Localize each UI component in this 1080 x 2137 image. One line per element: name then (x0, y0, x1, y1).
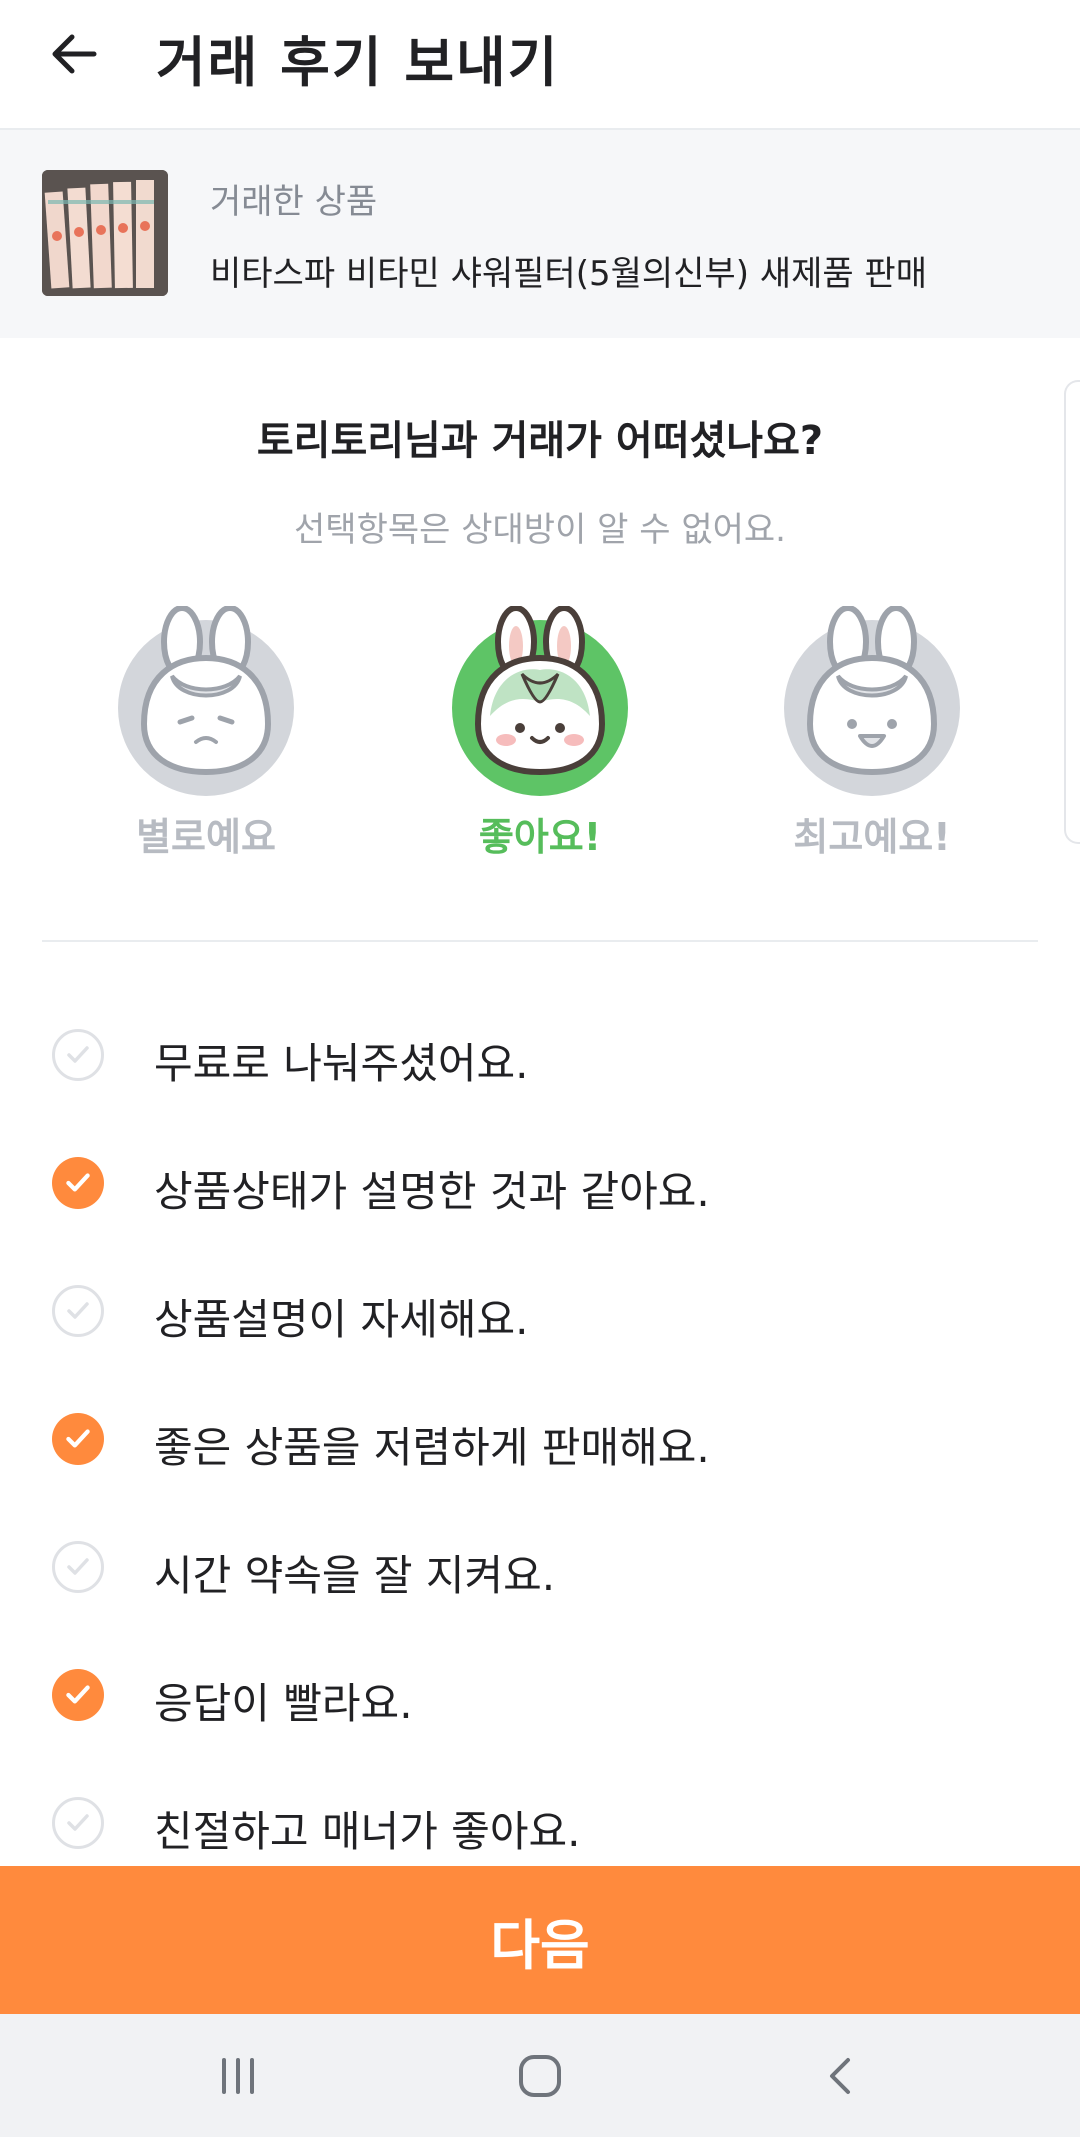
checklist-label: 무료로 나눠주셨어요. (154, 1039, 529, 1088)
product-label: 거래한 상품 (210, 182, 378, 222)
checklist-label: 친절하고 매너가 좋아요. (154, 1807, 581, 1856)
checklist-item[interactable]: 무료로 나눠주셨어요. (0, 1010, 1080, 1100)
checklist-label: 응답이 빨라요. (154, 1679, 413, 1728)
review-question: 토리토리님과 거래가 어떠셨나요? (256, 418, 824, 464)
rating-label-bad: 별로예요 (136, 815, 276, 859)
rating-option-best[interactable]: 최고예요! (762, 606, 982, 866)
checklist-label: 상품상태가 설명한 것과 같아요. (154, 1167, 710, 1216)
check-icon (66, 1685, 90, 1704)
checklist-item[interactable]: 응답이 빨라요. (0, 1650, 1080, 1740)
check-icon (67, 1302, 89, 1319)
happy-bunny-icon (452, 606, 628, 796)
checkbox[interactable] (52, 1029, 104, 1081)
back-button[interactable] (44, 24, 104, 84)
next-button-label: 다음 (490, 1913, 590, 1977)
checkbox[interactable] (52, 1797, 104, 1849)
sad-bunny-icon (118, 606, 294, 796)
check-icon (67, 1814, 89, 1831)
system-nav-bar (0, 2014, 1080, 2137)
rating-label-best: 최고예요! (793, 815, 951, 859)
checkbox-checked[interactable] (52, 1413, 104, 1465)
checklist-label: 시간 약속을 잘 지켜요. (154, 1551, 556, 1600)
product-name: 비타스파 비타민 샤워필터(5월의신부) 새제품 판매 (210, 254, 927, 294)
checkbox[interactable] (52, 1541, 104, 1593)
checkbox-checked[interactable] (52, 1669, 104, 1721)
rating-option-bad[interactable]: 별로예요 (96, 606, 316, 866)
checklist-item[interactable]: 시간 약속을 잘 지켜요. (0, 1522, 1080, 1612)
privacy-notice: 선택항목은 상대방이 알 수 없어요. (294, 510, 786, 550)
checklist-item[interactable]: 좋은 상품을 저렴하게 판매해요. (0, 1394, 1080, 1484)
home-icon (519, 2055, 561, 2097)
rating-label-good: 좋아요! (478, 815, 602, 859)
recents-icon (222, 2058, 254, 2094)
next-button[interactable]: 다음 (0, 1866, 1080, 2014)
excited-bunny-icon (784, 606, 960, 796)
product-thumbnail (42, 170, 168, 296)
checklist-label: 상품설명이 자세해요. (154, 1295, 529, 1344)
checklist-item[interactable]: 상품상태가 설명한 것과 같아요. (0, 1138, 1080, 1228)
checklist-item[interactable]: 친절하고 매너가 좋아요. (0, 1778, 1080, 1868)
recents-button[interactable] (188, 2036, 288, 2116)
arrow-left-icon (52, 34, 97, 74)
page-title: 거래 후기 보내기 (156, 31, 560, 94)
product-summary: 거래한 상품 비타스파 비타민 샤워필터(5월의신부) 새제품 판매 (0, 130, 1080, 338)
top-app-bar: 거래 후기 보내기 (0, 0, 1080, 130)
system-back-button[interactable] (792, 2036, 892, 2116)
rating-option-good[interactable]: 좋아요! (430, 606, 650, 866)
app-screen: 거래 후기 보내기 거래한 상품 비타스파 비타민 샤워필터(5월의신부) 새제… (0, 0, 1080, 2137)
checklist-item[interactable]: 상품설명이 자세해요. (0, 1266, 1080, 1356)
section-divider (42, 940, 1038, 942)
checkbox[interactable] (52, 1285, 104, 1337)
chevron-left-icon (830, 2058, 850, 2094)
check-icon (66, 1173, 90, 1192)
check-icon (67, 1558, 89, 1575)
home-button[interactable] (490, 2036, 590, 2116)
checklist-label: 좋은 상품을 저렴하게 판매해요. (154, 1423, 710, 1472)
check-icon (67, 1046, 89, 1063)
side-edge-handle (1064, 380, 1080, 844)
check-icon (66, 1429, 90, 1448)
checkbox-checked[interactable] (52, 1157, 104, 1209)
